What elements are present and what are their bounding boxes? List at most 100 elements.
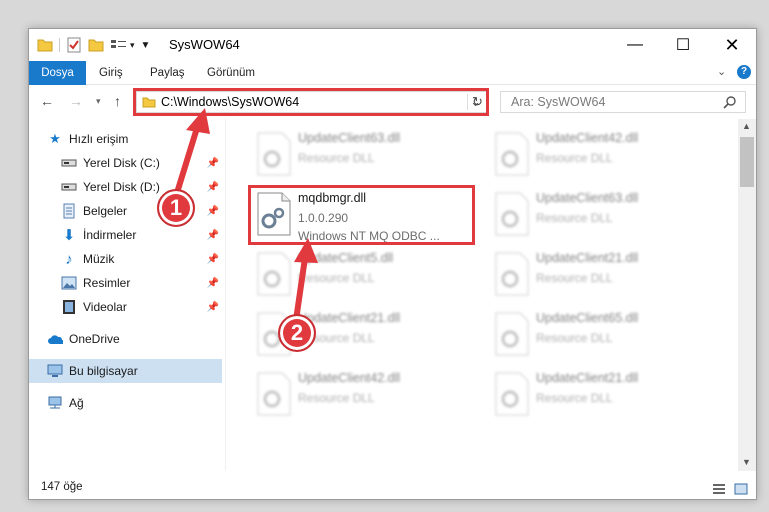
dll-file-icon [495,192,529,236]
forward-button[interactable]: → [69,93,83,109]
file-description: Resource DLL [536,271,613,285]
file-item[interactable]: UpdateClient65.dll Resource DLL [486,305,716,363]
title-bar: ▾ ▼ SysWOW64 — ☐ ✕ [29,29,756,61]
details-view-icon[interactable] [712,483,726,495]
minimize-button[interactable]: — [612,29,658,61]
file-item[interactable]: UpdateClient5.dll Resource DLL [248,245,478,303]
file-item[interactable]: UpdateClient63.dll Resource DLL [486,185,716,243]
step-callout-1: 1 [157,189,195,227]
customize-toolbar-icon[interactable] [110,38,128,52]
pin-icon[interactable]: 📌 [207,278,219,289]
sidebar-item-pictures[interactable]: Resimler 📌 [29,271,222,295]
network-icon [47,395,63,411]
file-list: UpdateClient63.dll Resource DLL UpdateCl… [226,119,738,469]
file-name: UpdateClient21.dll [536,251,639,265]
sidebar-item-music[interactable]: ♪ Müzik 📌 [29,247,222,271]
sidebar-item-label: Müzik [83,252,115,266]
sidebar-item-label: İndirmeler [83,228,137,242]
help-icon[interactable]: ? [737,65,751,79]
drive-icon [61,179,77,195]
file-name: UpdateClient63.dll [536,191,639,205]
pin-icon[interactable]: 📌 [207,158,219,169]
cloud-icon [47,331,63,347]
tab-view[interactable]: Görünüm [199,61,263,85]
sidebar-item-label: Yerel Disk (C:) [83,156,160,170]
back-button[interactable]: ← [40,93,54,109]
tab-home[interactable]: Giriş [91,61,131,85]
file-item[interactable]: UpdateClient21.dll Resource DLL [486,245,716,303]
chevron-down-icon[interactable]: ▾ [130,40,135,51]
star-icon: ★ [49,131,61,146]
scroll-down-icon[interactable]: ▼ [742,457,751,467]
pin-icon[interactable]: 📌 [207,182,219,193]
pictures-icon [61,275,77,291]
sidebar-item-downloads[interactable]: ⬇ İndirmeler 📌 [29,223,222,247]
sidebar-item-this-pc[interactable]: Bu bilgisayar [29,359,222,383]
explorer-window: ▾ ▼ SysWOW64 — ☐ ✕ Dosya Giriş Paylaş Gö… [28,28,757,500]
dropdown-arrow-icon[interactable]: ▼ [141,40,151,51]
close-button[interactable]: ✕ [709,29,755,61]
file-item[interactable]: UpdateClient21.dll Resource DLL [486,365,716,423]
pin-icon[interactable]: 📌 [207,302,219,313]
navigation-pane: ★ Hızlı erişim Yerel Disk (C:) 📌 Yerel D… [29,119,225,469]
computer-icon [47,363,63,379]
sidebar-item-label: Yerel Disk (D:) [83,180,160,194]
search-placeholder: Ara: SysWOW64 [511,95,606,109]
maximize-button[interactable]: ☐ [660,29,706,61]
ribbon-expand-icon[interactable]: ⌄ [717,65,726,78]
dll-file-icon [257,132,291,176]
sidebar-item-local-disk-c[interactable]: Yerel Disk (C:) 📌 [29,151,222,175]
sidebar-item-local-disk-d[interactable]: Yerel Disk (D:) 📌 [29,175,222,199]
file-description: Resource DLL [298,271,375,285]
window-title: SysWOW64 [169,37,240,52]
recent-locations-icon[interactable]: ▾ [96,96,101,107]
file-name: UpdateClient42.dll [536,131,639,145]
navigation-bar: ← → ▾ ↑ C:\Windows\SysWOW64 ⌄ ↻ Ara: Sys… [29,85,756,119]
item-count: 147 öğe [41,481,83,493]
address-highlight-box [133,88,489,116]
file-description: Resource DLL [536,391,613,405]
pin-icon[interactable]: 📌 [207,230,219,241]
download-icon: ⬇ [62,227,76,244]
scrollbar-thumb[interactable] [740,137,754,187]
new-folder-icon[interactable] [88,38,104,52]
file-description: Resource DLL [536,211,613,225]
large-icons-view-icon[interactable] [734,483,748,495]
sidebar-item-label: Hızlı erişim [69,132,129,146]
file-name: UpdateClient42.dll [298,371,401,385]
pin-icon[interactable]: 📌 [207,254,219,265]
file-item[interactable]: UpdateClient42.dll Resource DLL [486,125,716,183]
dll-file-icon [495,372,529,416]
sidebar-item-label: Belgeler [83,204,128,218]
sidebar-item-quick-access[interactable]: ★ Hızlı erişim [29,127,222,151]
pin-icon[interactable]: 📌 [207,206,219,217]
sidebar-item-network[interactable]: Ağ [29,391,222,415]
status-bar: 147 öğe [29,477,756,499]
scroll-up-icon[interactable]: ▲ [742,121,751,131]
properties-icon[interactable] [66,37,82,53]
file-highlight-box [248,185,475,245]
sidebar-item-label: OneDrive [69,332,120,346]
file-item[interactable]: UpdateClient63.dll Resource DLL [248,125,478,183]
dll-file-icon [257,372,291,416]
dll-file-icon [495,312,529,356]
dll-file-icon [495,132,529,176]
quick-access-toolbar: ▾ ▼ [37,36,150,54]
sidebar-item-onedrive[interactable]: OneDrive [29,327,222,351]
sidebar-item-label: Ağ [69,396,84,410]
file-name: UpdateClient63.dll [298,131,401,145]
vertical-scrollbar[interactable]: ▲ ▼ [738,119,756,471]
search-icon[interactable] [723,95,737,109]
file-name: UpdateClient21.dll [536,371,639,385]
up-button[interactable]: ↑ [114,93,121,109]
sidebar-item-label: Bu bilgisayar [69,364,138,378]
music-icon: ♪ [65,250,73,268]
file-description: Resource DLL [536,331,613,345]
search-input[interactable]: Ara: SysWOW64 [500,91,746,113]
step-callout-2: 2 [278,314,316,352]
file-item[interactable]: UpdateClient42.dll Resource DLL [248,365,478,423]
dll-file-icon [257,252,291,296]
tab-share[interactable]: Paylaş [142,61,193,85]
folder-icon [37,39,53,52]
sidebar-item-videos[interactable]: Videolar 📌 [29,295,222,319]
